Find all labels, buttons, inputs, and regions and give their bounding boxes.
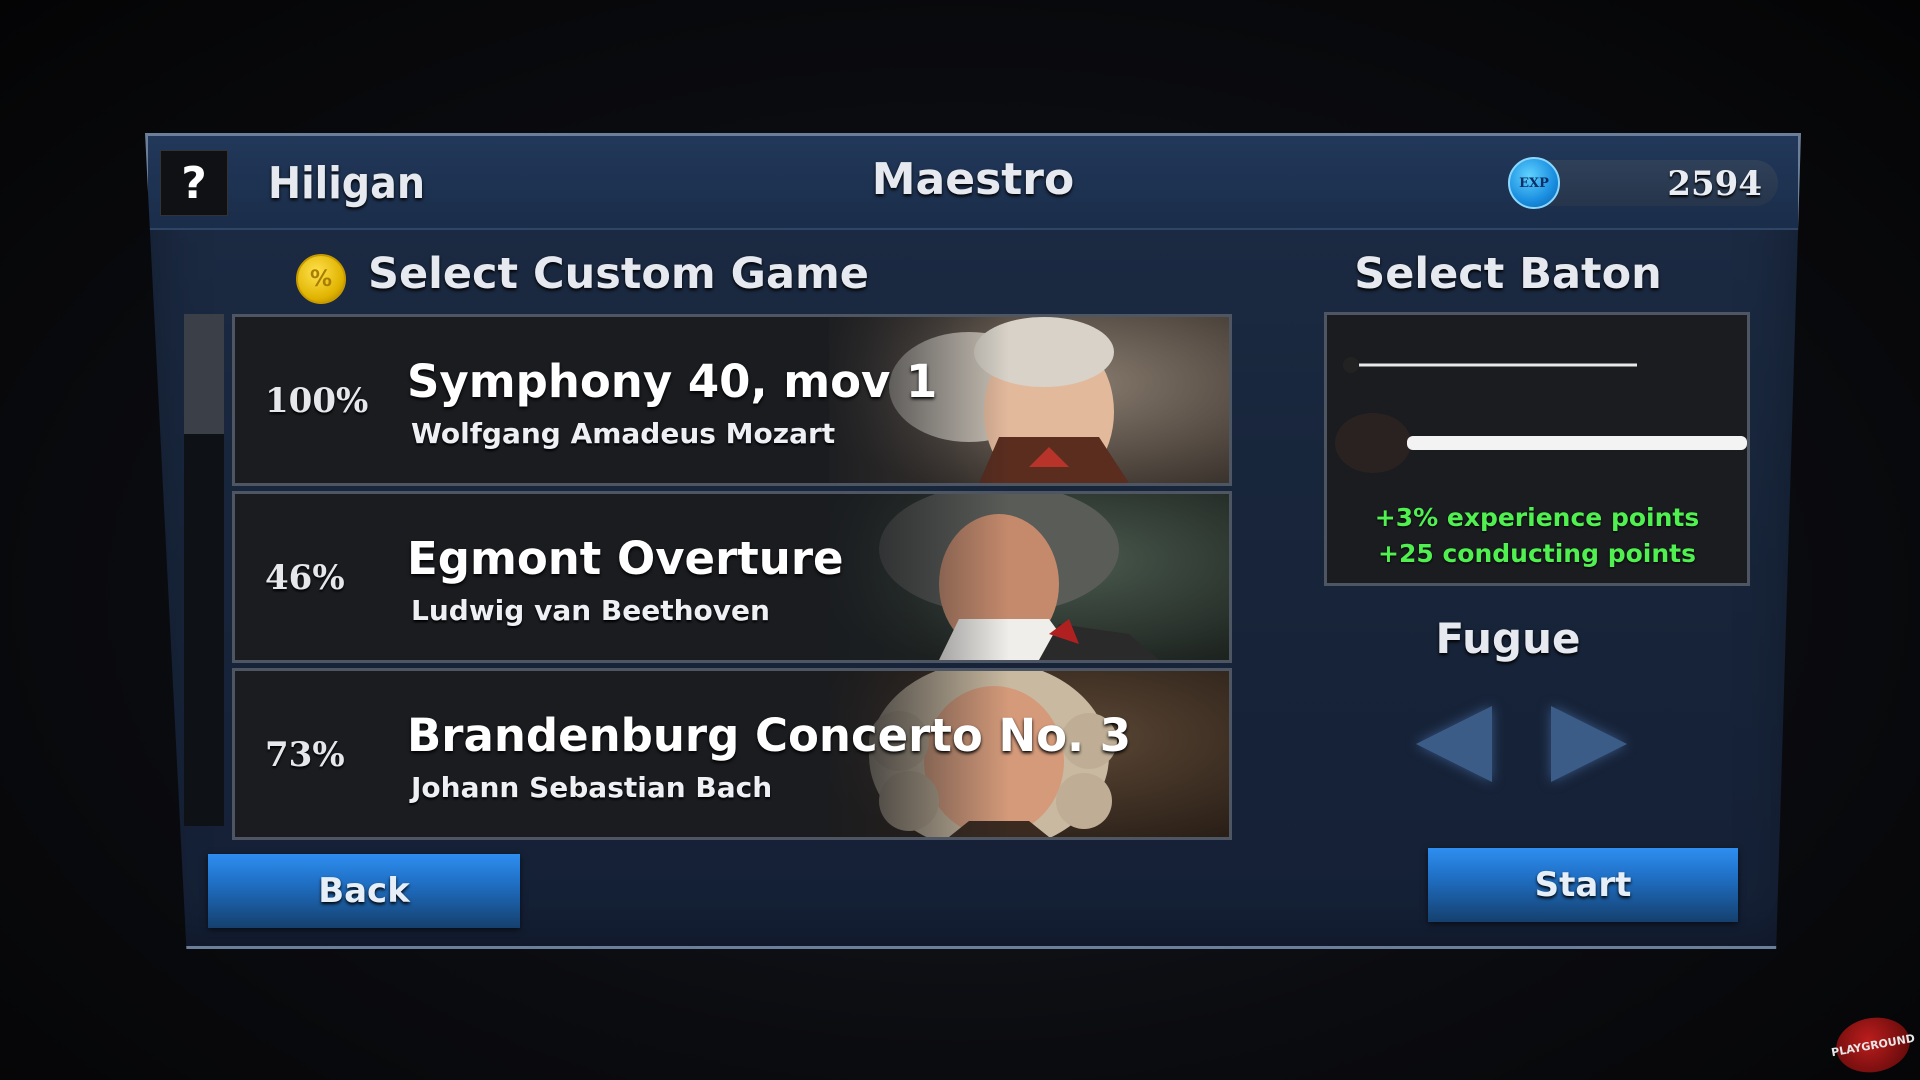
start-button[interactable]: Start <box>1428 848 1738 922</box>
song-completion: 100% <box>265 381 369 421</box>
previous-baton-arrow-icon[interactable] <box>1416 706 1492 782</box>
song-list-scrollbar[interactable] <box>184 314 224 826</box>
song-completion: 73% <box>265 735 345 775</box>
song-title: Egmont Overture <box>407 532 844 585</box>
song-title: Brandenburg Concerto No. 3 <box>407 709 1132 762</box>
song-list: 100% Symphony 40, mov 1 Wolfgang Amadeus… <box>232 314 1232 845</box>
coin-icon: % <box>296 254 346 304</box>
song-composer: Ludwig van Beethoven <box>411 594 770 627</box>
song-row-mozart[interactable]: 100% Symphony 40, mov 1 Wolfgang Amadeus… <box>232 314 1232 486</box>
baton-section-title: Select Baton <box>1354 249 1662 299</box>
exp-icon: EXP <box>1508 157 1560 209</box>
song-row-bach[interactable]: 73% Brandenburg Concerto No. 3 Johann Se… <box>232 668 1232 840</box>
baton-preview: +3% experience points +25 conducting poi… <box>1324 312 1750 586</box>
song-title: Symphony 40, mov 1 <box>407 355 938 408</box>
scrollbar-thumb[interactable] <box>184 314 224 434</box>
back-button[interactable]: Back <box>208 854 520 928</box>
playground-watermark: PLAYGROUND <box>1830 1011 1916 1079</box>
baton-icon <box>1327 315 1747 495</box>
top-bar: ? Hiligan Maestro EXP 2594 <box>148 136 1798 230</box>
song-composer: Wolfgang Amadeus Mozart <box>411 417 836 450</box>
song-row-beethoven[interactable]: 46% Egmont Overture Ludwig van Beethoven <box>232 491 1232 663</box>
main-panel: ? Hiligan Maestro EXP 2594 % Select Cust… <box>145 133 1801 949</box>
exp-value: 2594 <box>1667 164 1762 204</box>
next-baton-arrow-icon[interactable] <box>1551 706 1627 782</box>
baton-bonus-exp: +3% experience points <box>1374 503 1700 532</box>
custom-game-title: Select Custom Game <box>368 249 869 299</box>
exp-display: EXP 2594 <box>1508 160 1778 206</box>
baton-bonus-conducting: +25 conducting points <box>1378 539 1696 568</box>
song-completion: 46% <box>265 558 345 598</box>
song-composer: Johann Sebastian Bach <box>411 771 773 804</box>
baton-name: Fugue <box>1435 614 1581 663</box>
